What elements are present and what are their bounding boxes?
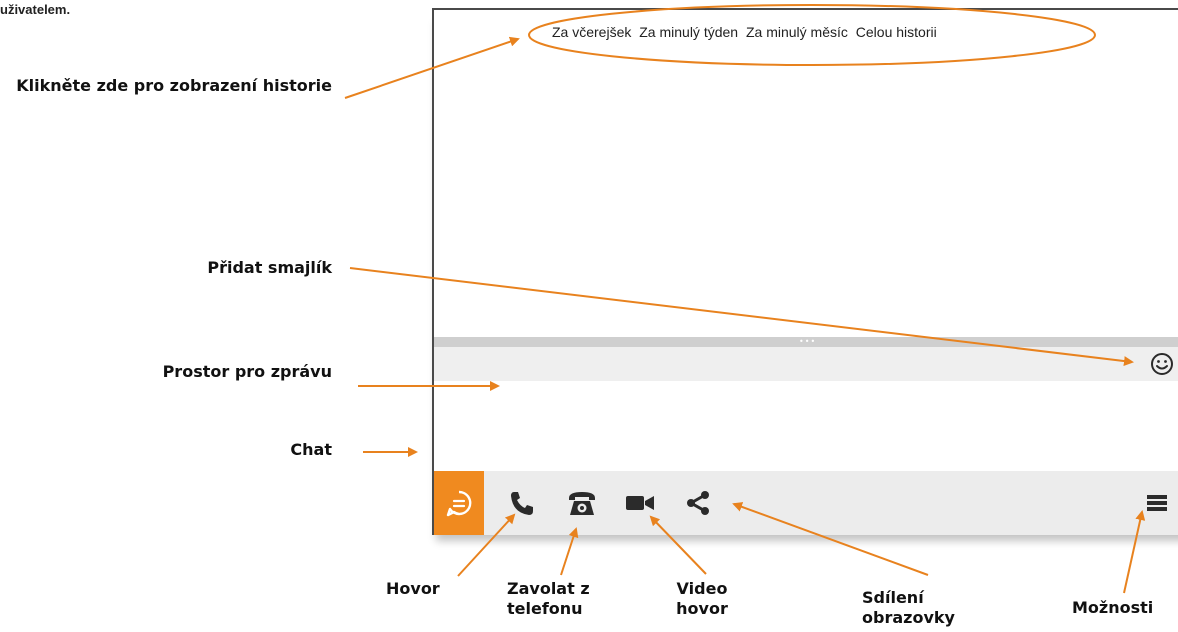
arrow-history [344, 36, 520, 99]
arrow-options [1123, 510, 1146, 594]
arrow-phone-call [560, 527, 579, 576]
arrow-screen-share [732, 502, 929, 576]
history-highlight-ellipse [528, 4, 1096, 66]
arrow-call [457, 513, 516, 577]
arrow-smiley [349, 267, 1134, 367]
arrow-video-call [649, 515, 707, 575]
annotation-overlay [344, 4, 1146, 594]
